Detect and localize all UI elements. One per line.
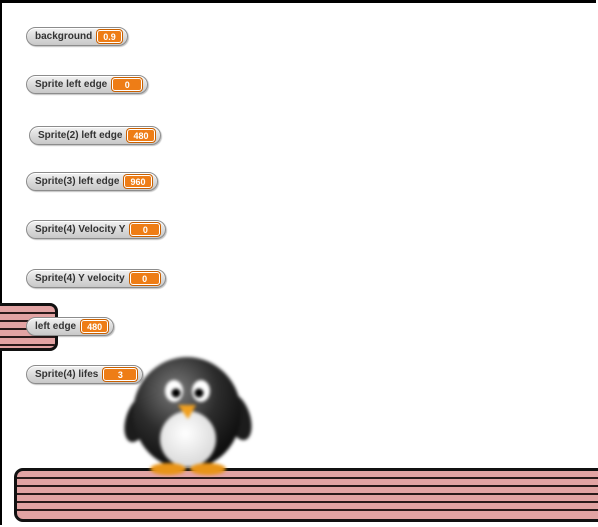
watcher-label: left edge [35,321,77,332]
watcher-label: Sprite left edge [35,79,108,90]
watcher-sprite-left-edge[interactable]: Sprite left edge 0 [26,75,149,94]
watcher-sprite4-y-velocity[interactable]: Sprite(4) Y velocity 0 [26,269,166,288]
stage[interactable]: background 0.9 Sprite left edge 0 Sprite… [0,0,598,525]
watcher-background[interactable]: background 0.9 [26,27,128,46]
platform-ground [14,468,598,522]
watcher-value: 0 [129,272,160,285]
watcher-label: Sprite(3) left edge [35,176,120,187]
watcher-sprite4-velocity-y[interactable]: Sprite(4) Velocity Y 0 [26,220,167,239]
watcher-label: Sprite(2) left edge [38,130,123,141]
watcher-sprite3-left-edge[interactable]: Sprite(3) left edge 960 [26,172,158,191]
watcher-sprite2-left-edge[interactable]: Sprite(2) left edge 480 [29,126,161,145]
watcher-sprite4-lifes[interactable]: Sprite(4) lifes 3 [26,365,144,384]
watcher-value: 0 [130,223,161,236]
watcher-label: Sprite(4) lifes [35,369,99,380]
watcher-value: 0.9 [97,30,122,43]
penguin-icon[interactable] [124,355,252,479]
watcher-label: Sprite(4) Velocity Y [35,224,126,235]
watcher-left-edge[interactable]: left edge 480 [26,317,115,336]
watcher-value: 960 [124,175,152,188]
watcher-value: 0 [112,78,143,91]
watcher-value: 480 [81,320,109,333]
watcher-value: 480 [127,129,155,142]
watcher-value: 3 [103,368,138,381]
watcher-label: Sprite(4) Y velocity [35,273,125,284]
watcher-label: background [35,31,93,42]
